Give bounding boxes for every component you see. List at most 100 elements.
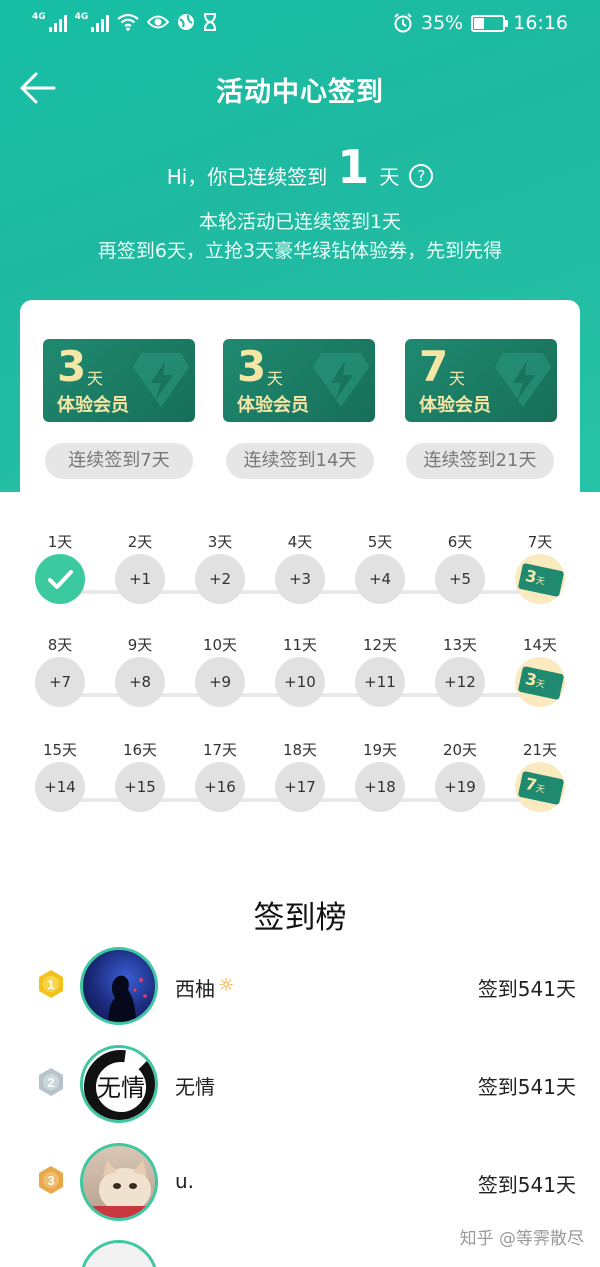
voucher-label: 体验会员 bbox=[57, 395, 129, 416]
reward-voucher[interactable]: 3 天 体验会员 bbox=[223, 339, 375, 422]
bonus-points: +8 bbox=[115, 657, 165, 707]
reward-condition: 连续签到21天 bbox=[406, 443, 554, 479]
mini-ticket: 3天 bbox=[517, 665, 565, 701]
day-label: 7天 bbox=[527, 533, 553, 551]
bonus-points: +1 bbox=[115, 554, 165, 604]
leaderboard-entry[interactable]: 1 西柚 ☼ 签到541天 bbox=[0, 945, 600, 1027]
checkin-day[interactable]: 11天 +10 bbox=[260, 633, 340, 707]
signal-icon: 4G bbox=[32, 12, 67, 32]
leaderboard-entry[interactable]: 3 u. 签到541天 bbox=[0, 1141, 600, 1223]
day-label: 17天 bbox=[202, 741, 238, 759]
svg-text:3: 3 bbox=[47, 1173, 54, 1188]
bonus-points: +14 bbox=[35, 762, 85, 812]
leaderboard-title: 签到榜 bbox=[253, 900, 347, 936]
sun-icon: ☼ bbox=[218, 975, 235, 996]
avatar[interactable] bbox=[80, 1240, 158, 1267]
day-label: 4天 bbox=[287, 533, 313, 551]
status-left: 4G 4G bbox=[32, 12, 217, 32]
checkin-day[interactable]: 5天 +4 bbox=[340, 530, 420, 604]
checkin-day[interactable]: 15天 +14 bbox=[20, 738, 100, 812]
network-type: 4G bbox=[32, 12, 46, 22]
day-label: 12天 bbox=[362, 636, 398, 654]
ticket-unit: 天 bbox=[534, 679, 546, 691]
diamond-bolt-icon bbox=[495, 353, 551, 407]
battery-percent: 35% bbox=[421, 12, 464, 34]
medal-gold-icon: 1 bbox=[39, 970, 63, 998]
day-label: 15天 bbox=[42, 741, 78, 759]
checkin-day[interactable]: 19天 +18 bbox=[340, 738, 420, 812]
checkin-day[interactable]: 21天 7天 bbox=[500, 738, 580, 812]
checkin-row: 15天 +14 16天 +15 17天 +16 18天 +17 19天 +18 20天 +19 21天 7… bbox=[0, 738, 600, 828]
avatar[interactable]: 无情 bbox=[80, 1045, 158, 1123]
svg-text:无情: 无情 bbox=[97, 1074, 145, 1102]
checkin-day[interactable]: 6天 +5 bbox=[420, 530, 500, 604]
day-label: 19天 bbox=[362, 741, 398, 759]
reward-condition: 连续签到7天 bbox=[45, 443, 193, 479]
day-label: 20天 bbox=[442, 741, 478, 759]
day-label: 16天 bbox=[122, 741, 158, 759]
checkin-day[interactable]: 2天 +1 bbox=[100, 530, 180, 604]
check-icon bbox=[35, 554, 85, 604]
alarm-icon bbox=[394, 13, 412, 33]
checkin-day[interactable]: 20天 +19 bbox=[420, 738, 500, 812]
medal-silver-icon: 2 bbox=[39, 1068, 63, 1096]
checkin-day[interactable]: 3天 +2 bbox=[180, 530, 260, 604]
battery-icon bbox=[471, 14, 509, 32]
checkin-day[interactable]: 10天 +9 bbox=[180, 633, 260, 707]
checkin-day[interactable]: 13天 +12 bbox=[420, 633, 500, 707]
checkin-days: 签到541天 bbox=[477, 1173, 576, 1197]
voucher-days: 3 bbox=[237, 342, 267, 391]
checkin-day[interactable]: 7天 3天 bbox=[500, 530, 580, 604]
avatar[interactable] bbox=[80, 947, 158, 1025]
globe-icon bbox=[178, 14, 195, 30]
voucher-label: 体验会员 bbox=[419, 395, 491, 416]
hourglass-icon bbox=[204, 13, 217, 31]
day-label: 1天 bbox=[47, 533, 73, 551]
day-label: 8天 bbox=[47, 636, 73, 654]
checkin-days: 签到541天 bbox=[477, 1075, 576, 1099]
checkin-day[interactable]: 16天 +15 bbox=[100, 738, 180, 812]
voucher-days: 7 bbox=[419, 342, 449, 391]
wifi-icon bbox=[117, 13, 139, 31]
ticket-unit: 天 bbox=[534, 576, 546, 588]
eye-icon bbox=[147, 15, 170, 29]
reward-card: 3 天 体验会员 3 天 体验会员 7 天 体验会员 连续签到7天 连续签到14… bbox=[20, 300, 580, 492]
reward-condition: 连续签到14天 bbox=[226, 443, 374, 479]
avatar-cat bbox=[83, 1160, 155, 1218]
checkin-day[interactable]: 18天 +17 bbox=[260, 738, 340, 812]
leaderboard-entry[interactable]: 2 无情 无情 签到541天 bbox=[0, 1043, 600, 1125]
bonus-points: +16 bbox=[195, 762, 245, 812]
voucher-days: 3 bbox=[57, 342, 87, 391]
bonus-points: +10 bbox=[275, 657, 325, 707]
bonus-points: +12 bbox=[435, 657, 485, 707]
bonus-points: +18 bbox=[355, 762, 405, 812]
checkin-row: 8天 +7 9天 +8 10天 +9 11天 +10 12天 +11 13天 +12 14天 3天 bbox=[0, 633, 600, 723]
help-icon[interactable]: ? bbox=[409, 164, 434, 188]
network-type: 4G bbox=[74, 12, 89, 22]
checkin-day[interactable]: 14天 3天 bbox=[500, 633, 580, 707]
page-title: 活动中心签到 bbox=[216, 77, 384, 108]
status-bar: 4G 4G 35% 16:16 bbox=[0, 0, 600, 50]
day-label: 13天 bbox=[442, 636, 478, 654]
user-name: 西柚 bbox=[175, 977, 215, 1001]
checkin-day[interactable]: 4天 +3 bbox=[260, 530, 340, 604]
streak-summary: Hi，你已连续签到 1 天 ? bbox=[0, 142, 600, 192]
avatar[interactable] bbox=[80, 1143, 158, 1221]
day-label: 10天 bbox=[202, 636, 238, 654]
checkin-day[interactable]: 17天 +16 bbox=[180, 738, 260, 812]
checkin-day[interactable]: 9天 +8 bbox=[100, 633, 180, 707]
streak-suffix: 天 bbox=[379, 165, 400, 189]
checkin-day[interactable]: 12天 +11 bbox=[340, 633, 420, 707]
reward-voucher[interactable]: 3 天 体验会员 bbox=[43, 339, 195, 422]
reward-voucher[interactable]: 7 天 体验会员 bbox=[405, 339, 557, 422]
day-label: 6天 bbox=[447, 533, 473, 551]
avatar-ink-circle: 无情 bbox=[84, 1050, 155, 1120]
diamond-bolt-icon bbox=[133, 353, 189, 407]
user-name: 无情 bbox=[175, 1075, 215, 1099]
bonus-points: +15 bbox=[115, 762, 165, 812]
checkin-day[interactable]: 1天 bbox=[20, 530, 100, 604]
checkin-day[interactable]: 8天 +7 bbox=[20, 633, 100, 707]
mini-ticket: 7天 bbox=[517, 770, 565, 806]
status-right: 35% 16:16 bbox=[393, 12, 568, 34]
battery-level bbox=[474, 17, 485, 29]
